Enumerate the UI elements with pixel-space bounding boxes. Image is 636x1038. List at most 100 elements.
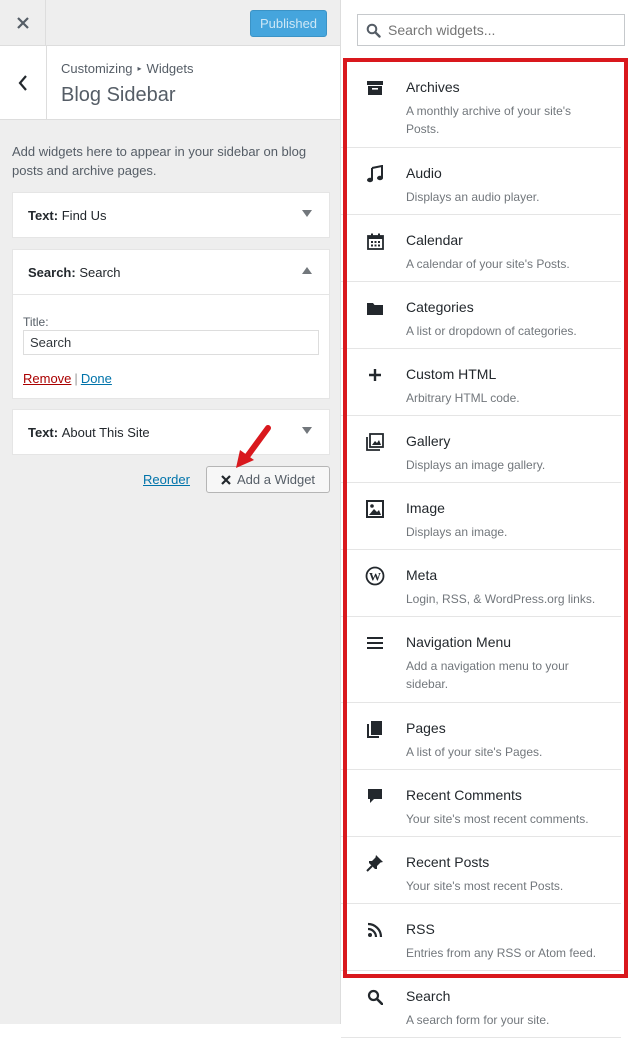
available-widget-item[interactable]: Search A search form for your site. [341, 971, 621, 1038]
section-header: Customizing ▸ Widgets Blog Sidebar [0, 46, 340, 120]
comment-icon [365, 786, 385, 806]
widget-header[interactable]: Text: About This Site [13, 410, 329, 454]
available-widget-item[interactable]: Recent Comments Your site's most recent c… [341, 770, 621, 837]
available-widget-description: Arbitrary HTML code. [406, 391, 520, 405]
link-separator: | [74, 371, 78, 386]
wordpress-icon: W [365, 566, 385, 586]
title-input[interactable]: Search [23, 330, 319, 355]
available-widget-title: Image [406, 500, 445, 516]
folder-icon [365, 298, 385, 318]
available-widget-title: Gallery [406, 433, 451, 449]
search-icon [365, 987, 385, 1007]
available-widget-description: Entries from any RSS or Atom feed. [406, 946, 597, 960]
available-widget-item[interactable]: Categories A list or dropdown of categori… [341, 282, 621, 349]
available-widget-item[interactable]: Pages A list of your site's Pages. [341, 703, 621, 770]
calendar-icon [365, 231, 385, 251]
available-widget-title: Custom HTML [406, 366, 497, 382]
chevron-left-icon [18, 74, 27, 91]
remove-link[interactable]: Remove [23, 371, 71, 386]
page-title: Blog Sidebar [61, 84, 176, 106]
available-widget-item[interactable]: RSS Entries from any RSS or Atom feed. [341, 904, 621, 971]
available-widget-item[interactable]: Recent Posts Your site's most recent Post… [341, 837, 621, 904]
available-widget-title: Pages [406, 720, 446, 736]
title-label: Title: [23, 315, 49, 329]
search-icon [358, 23, 388, 38]
triangle-down-icon [302, 427, 312, 434]
back-button[interactable] [0, 46, 47, 119]
available-widget-item[interactable]: Calendar A calendar of your site's Posts. [341, 215, 621, 282]
available-widget-item[interactable]: Audio Displays an audio player. [341, 148, 621, 215]
pin-icon [365, 853, 385, 873]
available-widget-description: A list of your site's Pages. [406, 745, 543, 759]
menu-icon [365, 633, 385, 653]
reorder-link[interactable]: Reorder [143, 472, 190, 487]
svg-text:W: W [369, 570, 381, 584]
image-icon [365, 499, 385, 519]
available-widget-description: Displays an audio player. [406, 190, 540, 204]
available-widget-title: RSS [406, 921, 435, 937]
available-widget-description: Login, RSS, & WordPress.org links. [406, 592, 596, 606]
available-widget-description: A monthly archive of your site's Posts. [406, 104, 572, 136]
breadcrumb-separator-icon: ▸ [137, 64, 142, 73]
widget-header[interactable]: Text: Find Us [13, 193, 329, 237]
available-widget-description: Your site's most recent comments. [406, 812, 589, 826]
widget-type: Text: [28, 207, 59, 223]
available-widget-description: Your site's most recent Posts. [406, 879, 564, 893]
available-widget-title: Archives [406, 79, 460, 95]
widget-title: Search [79, 264, 121, 280]
widget-expand-toggle[interactable] [301, 425, 313, 437]
widget-text-about[interactable]: Text: About This Site [12, 409, 330, 455]
available-widget-description: A calendar of your site's Posts. [406, 257, 570, 271]
pages-icon [365, 719, 385, 739]
breadcrumb: Customizing ▸ Widgets [61, 61, 194, 76]
triangle-up-icon [302, 267, 312, 274]
available-widget-title: Recent Comments [406, 787, 522, 803]
available-widget-title: Calendar [406, 232, 463, 248]
widget-text-find-us[interactable]: Text: Find Us [12, 192, 330, 238]
available-widget-title: Recent Posts [406, 854, 490, 870]
done-link[interactable]: Done [81, 371, 112, 386]
available-widget-title: Search [406, 988, 451, 1004]
available-widget-description: A list or dropdown of categories. [406, 324, 577, 338]
available-widget-title: Categories [406, 299, 474, 315]
widget-type: Text: [28, 424, 59, 440]
widget-title: About This Site [61, 424, 150, 440]
widget-title: Find Us [61, 207, 107, 223]
widget-expand-toggle[interactable] [301, 208, 313, 220]
music-note-icon [365, 164, 385, 184]
annotation-arrow-icon [236, 425, 271, 468]
available-widget-item[interactable]: W Meta Login, RSS, & WordPress.org links. [341, 550, 621, 617]
add-widget-label: Add a Widget [237, 472, 316, 487]
close-customizer-button[interactable] [0, 0, 46, 46]
available-widget-item[interactable]: Gallery Displays an image gallery. [341, 416, 621, 483]
widget-header[interactable]: Search: Search [13, 250, 329, 294]
sidebar-description: Add widgets here to appear in your sideb… [12, 144, 307, 178]
available-widget-title: Audio [406, 165, 442, 181]
publish-button[interactable]: Published [250, 10, 327, 37]
widget-search-box [357, 14, 625, 46]
close-icon [221, 474, 231, 485]
widget-type: Search: [28, 264, 76, 280]
rss-icon [365, 920, 385, 940]
archive-icon [365, 78, 385, 98]
customizer-topbar: Published [0, 0, 340, 46]
triangle-down-icon [302, 210, 312, 217]
widget-search[interactable]: Search: Search Title: Search Remove | Done [12, 249, 330, 399]
gallery-icon [365, 432, 385, 452]
close-icon [16, 17, 29, 29]
widget-collapse-toggle[interactable] [301, 265, 313, 277]
available-widget-description: Displays an image. [406, 525, 508, 539]
available-widget-item[interactable]: Archives A monthly archive of your site's… [341, 62, 621, 148]
widget-actions: Remove | Done [23, 371, 112, 386]
search-widgets-input[interactable] [388, 22, 608, 38]
breadcrumb-current: Widgets [146, 61, 194, 76]
breadcrumb-parent: Customizing [61, 61, 133, 76]
plus-icon [365, 365, 385, 385]
available-widget-title: Navigation Menu [406, 634, 512, 650]
available-widget-description: Add a navigation menu to your sidebar. [406, 659, 569, 691]
available-widget-item[interactable]: Navigation Menu Add a navigation menu to … [341, 617, 621, 703]
available-widget-title: Meta [406, 567, 438, 583]
available-widget-description: Displays an image gallery. [406, 458, 546, 472]
available-widget-item[interactable]: Image Displays an image. [341, 483, 621, 550]
available-widget-item[interactable]: Custom HTML Arbitrary HTML code. [341, 349, 621, 416]
